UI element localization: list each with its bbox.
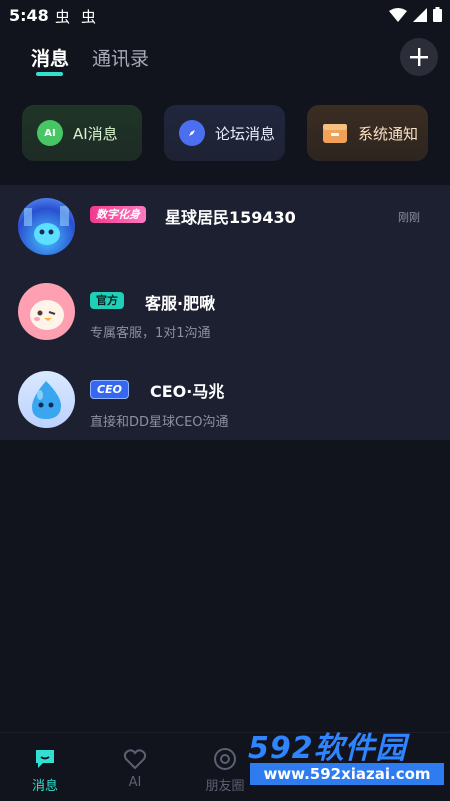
ai-messages-button[interactable]: AI AI消息: [22, 105, 142, 161]
compass-icon: [179, 120, 205, 146]
official-badge: 官方: [90, 292, 124, 309]
box-icon: [322, 120, 348, 146]
wifi-icon: [389, 7, 407, 22]
status-bar: 5:48 虫 虫: [0, 0, 450, 32]
ceo-badge: CEO: [90, 380, 129, 399]
active-tab-indicator: [36, 72, 63, 76]
moments-icon: [214, 748, 236, 770]
system-notifications-button[interactable]: 系统通知: [307, 105, 428, 161]
chat-item-support[interactable]: 官方 客服·肥啾 专属客服，1对1沟通: [0, 270, 450, 355]
nav-ai-label: AI: [128, 775, 142, 790]
plus-icon: [410, 48, 428, 66]
bug-icon: 虫: [55, 8, 71, 26]
nav-ai[interactable]: AI: [95, 733, 175, 801]
system-notifications-label: 系统通知: [358, 124, 419, 143]
avatar: [18, 283, 75, 340]
chat-item-resident[interactable]: 数字化身 星球居民159430 刚刚: [0, 185, 450, 270]
watermark-brand: 592软件园: [248, 731, 407, 766]
chat-subtitle: 直接和DD星球CEO沟通: [90, 415, 229, 430]
nav-messages[interactable]: 消息: [5, 733, 85, 801]
chat-subtitle: 专属客服，1对1沟通: [90, 326, 211, 341]
quick-actions: AI AI消息 论坛消息 系统通知: [0, 105, 450, 163]
nav-messages-label: 消息: [31, 779, 58, 794]
add-button[interactable]: [400, 38, 438, 76]
battery-icon: [433, 7, 442, 22]
forum-messages-label: 论坛消息: [215, 124, 276, 143]
status-time: 5:48: [9, 6, 49, 25]
forum-messages-button[interactable]: 论坛消息: [164, 105, 285, 161]
chat-item-ceo[interactable]: CEO CEO·马兆 直接和DD星球CEO沟通: [0, 355, 450, 440]
chat-name: 星球居民159430: [165, 208, 296, 227]
watermark: 592软件园 www.592xiazai.com: [248, 718, 448, 800]
signal-icon: [413, 7, 427, 22]
ai-chat-icon: AI: [37, 120, 63, 146]
heart-icon: [123, 749, 147, 770]
status-icons: [389, 7, 442, 22]
avatar: [18, 198, 75, 255]
chat-list: 数字化身 星球居民159430 刚刚 官方 客服·肥啾 专属客服，1对1沟通 C…: [0, 185, 450, 440]
chat-time: 刚刚: [398, 211, 420, 224]
header: 消息 通讯录: [0, 32, 450, 92]
tab-contacts[interactable]: 通讯录: [92, 44, 149, 71]
avatar: [18, 371, 75, 428]
digital-avatar-badge: 数字化身: [90, 206, 146, 223]
tab-messages[interactable]: 消息: [31, 44, 69, 71]
chat-name: 客服·肥啾: [145, 294, 216, 313]
chat-bubble-icon: [36, 750, 54, 768]
watermark-url: www.592xiazai.com: [250, 763, 444, 785]
bug-icon: 虫: [81, 8, 97, 26]
chat-name: CEO·马兆: [150, 382, 225, 401]
ai-messages-label: AI消息: [73, 124, 118, 143]
